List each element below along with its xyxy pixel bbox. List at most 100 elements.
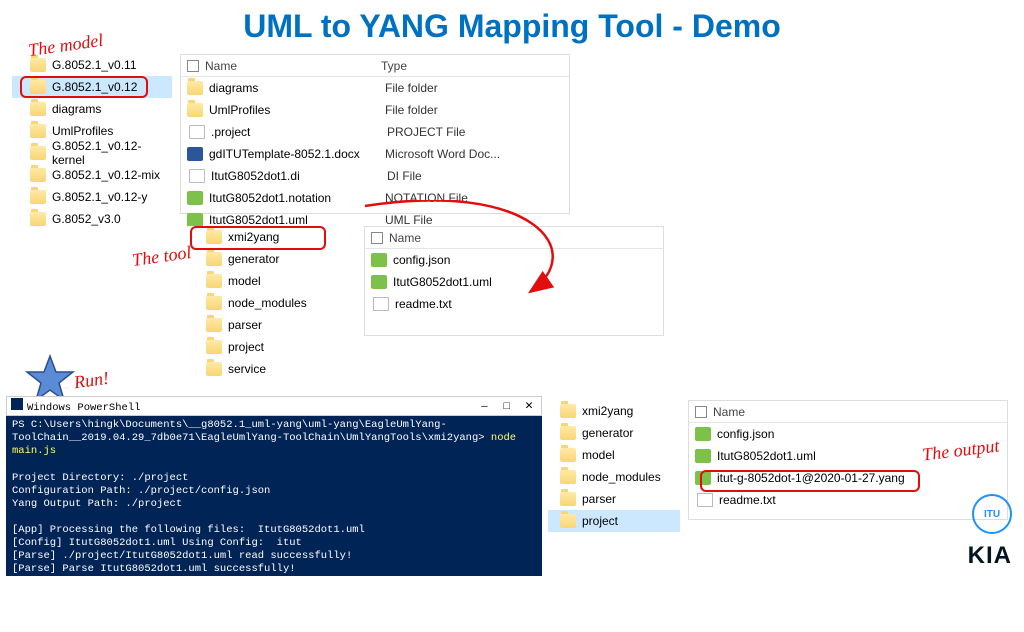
- tree-item[interactable]: xmi2yang: [548, 400, 680, 422]
- file-row[interactable]: readme.txt: [689, 489, 1007, 511]
- file-type: DI File: [387, 169, 422, 183]
- window-titlebar: Windows PowerShell — □ ✕: [6, 396, 542, 416]
- tree-item-label: diagrams: [52, 102, 101, 116]
- window-title: Windows PowerShell: [27, 402, 140, 414]
- close-button[interactable]: ✕: [521, 400, 537, 413]
- tree-item[interactable]: parser: [548, 488, 680, 510]
- select-all-checkbox[interactable]: [187, 60, 199, 72]
- file-name: gdITUTemplate-8052.1.docx: [209, 147, 379, 161]
- itu-logo: ITU: [972, 494, 1012, 534]
- tree-item-label: generator: [582, 426, 633, 440]
- tree-item-label: generator: [228, 252, 279, 266]
- tree-item[interactable]: parser: [188, 314, 338, 336]
- tree-item[interactable]: project: [548, 510, 680, 532]
- file-row[interactable]: itut-g-8052dot-1@2020-01-27.yang: [689, 467, 1007, 489]
- tree-item[interactable]: G.8052_v3.0: [12, 208, 172, 230]
- tree-item[interactable]: xmi2yang: [188, 226, 338, 248]
- folder-icon: [206, 252, 222, 266]
- tree-item[interactable]: node_modules: [548, 466, 680, 488]
- select-all-checkbox[interactable]: [371, 232, 383, 244]
- file-name: config.json: [717, 427, 977, 441]
- file-row[interactable]: ItutG8052dot1.notationNOTATION File: [181, 187, 569, 209]
- file-type: File folder: [385, 81, 438, 95]
- tree-item-label: node_modules: [582, 470, 661, 484]
- folder-icon: [30, 190, 46, 204]
- tree-item[interactable]: generator: [188, 248, 338, 270]
- folder-icon: [560, 404, 576, 418]
- folder-tree: G.8052.1_v0.11 G.8052.1_v0.12 diagrams UmlP…: [12, 54, 172, 230]
- file-row[interactable]: gdITUTemplate-8052.1.docxMicrosoft Word …: [181, 143, 569, 165]
- file-name: diagrams: [209, 81, 379, 95]
- file-icon: [189, 169, 205, 183]
- tree-item[interactable]: generator: [548, 422, 680, 444]
- tree-item[interactable]: G.8052.1_v0.12: [12, 76, 172, 98]
- file-type: UML File: [385, 213, 433, 227]
- column-header-name[interactable]: Name: [713, 405, 883, 419]
- folder-icon: [206, 230, 222, 244]
- file-row[interactable]: ItutG8052dot1.diDI File: [181, 165, 569, 187]
- annotation-run: Run!: [73, 368, 111, 394]
- terminal-output[interactable]: PS C:\Users\hingk\Documents\__g8052.1_um…: [6, 416, 542, 632]
- panel-tool-files: Name config.json ItutG8052dot1.uml readme.…: [364, 226, 664, 336]
- folder-icon: [30, 212, 46, 226]
- file-type: File folder: [385, 103, 438, 117]
- uml-icon: [695, 427, 711, 441]
- file-name: itut-g-8052dot-1@2020-01-27.yang: [717, 471, 977, 485]
- page-title: UML to YANG Mapping Tool - Demo: [0, 8, 1024, 45]
- panel-model: Name Type diagramsFile folderUmlProfiles…: [180, 54, 570, 214]
- file-name: ItutG8052dot1.uml: [393, 275, 563, 289]
- minimize-button[interactable]: —: [476, 401, 492, 413]
- tree-item[interactable]: service: [188, 358, 338, 380]
- tree-item[interactable]: model: [188, 270, 338, 292]
- tool-tree: xmi2yang generator model node_modulesparser…: [188, 226, 338, 398]
- file-icon: [189, 125, 205, 139]
- file-row[interactable]: UmlProfiles File folder: [181, 99, 569, 121]
- uml-icon: [695, 471, 711, 485]
- folder-icon: [560, 492, 576, 506]
- tree-item[interactable]: G.8052.1_v0.12-y: [12, 186, 172, 208]
- folder-icon: [187, 81, 203, 95]
- annotation-tool: The tool: [131, 242, 193, 271]
- column-header-name[interactable]: Name: [205, 59, 375, 73]
- file-row[interactable]: readme.txt: [365, 293, 663, 315]
- uml-icon: [187, 191, 203, 205]
- folder-icon: [206, 362, 222, 376]
- uml-icon: [695, 449, 711, 463]
- tree-item-label: parser: [228, 318, 262, 332]
- folder-icon: [560, 470, 576, 484]
- tree-item-label: G.8052.1_v0.11: [52, 58, 137, 72]
- tree-item[interactable]: G.8052.1_v0.12-kernel: [12, 142, 172, 164]
- tree-item-label: UmlProfiles: [52, 124, 113, 138]
- tree-item[interactable]: G.8052.1_v0.12-mix: [12, 164, 172, 186]
- tree-item-label: service: [228, 362, 266, 376]
- kia-logo: KIA: [968, 542, 1012, 570]
- tree-item-label: G.8052.1_v0.12-y: [52, 190, 147, 204]
- file-row[interactable]: .projectPROJECT File: [181, 121, 569, 143]
- file-row[interactable]: ItutG8052dot1.uml: [365, 271, 663, 293]
- folder-icon: [560, 448, 576, 462]
- tree-item-label: parser: [582, 492, 616, 506]
- maximize-button[interactable]: □: [499, 401, 515, 413]
- tree-item-label: project: [582, 514, 618, 528]
- file-name: UmlProfiles: [209, 103, 379, 117]
- tree-item-label: G.8052.1_v0.12-mix: [52, 168, 160, 182]
- tree-item[interactable]: diagrams: [12, 98, 172, 120]
- tree-item[interactable]: model: [548, 444, 680, 466]
- file-name: readme.txt: [395, 297, 565, 311]
- file-name: ItutG8052dot1.uml: [209, 213, 379, 227]
- uml-icon: [187, 213, 203, 227]
- folder-icon: [206, 318, 222, 332]
- folder-icon: [30, 168, 46, 182]
- tree-item-label: xmi2yang: [228, 230, 279, 244]
- tree-item-label: node_modules: [228, 296, 307, 310]
- file-type: NOTATION File: [385, 191, 468, 205]
- column-header-type[interactable]: Type: [381, 59, 569, 73]
- file-row[interactable]: config.json: [365, 249, 663, 271]
- select-all-checkbox[interactable]: [695, 406, 707, 418]
- tree-item-label: xmi2yang: [582, 404, 633, 418]
- folder-icon: [206, 296, 222, 310]
- tree-item[interactable]: project: [188, 336, 338, 358]
- column-header-name[interactable]: Name: [389, 231, 559, 245]
- tree-item[interactable]: node_modules: [188, 292, 338, 314]
- file-row[interactable]: diagrams File folder: [181, 77, 569, 99]
